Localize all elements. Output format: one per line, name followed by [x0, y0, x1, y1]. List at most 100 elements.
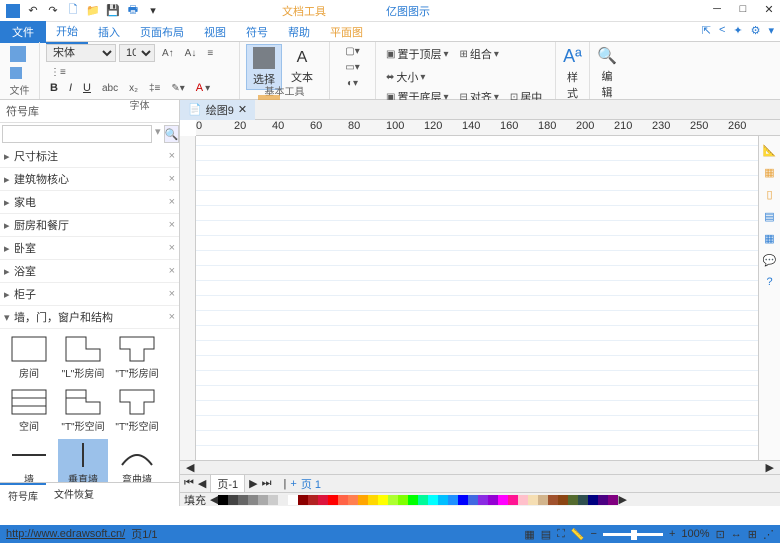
style-button[interactable]: Aª样式 — [562, 44, 583, 103]
layers-icon[interactable]: ▦ — [762, 164, 778, 180]
open-icon[interactable]: 📁 — [84, 2, 102, 20]
size-button[interactable]: ⬌ 大小▾ — [382, 67, 429, 87]
app-icon[interactable] — [4, 2, 22, 20]
close-category-icon[interactable]: × — [169, 311, 175, 323]
color-swatch[interactable] — [478, 495, 488, 505]
tab-start[interactable]: 开始 — [46, 20, 88, 44]
minimize-icon[interactable]: ─ — [710, 2, 724, 16]
close-category-icon[interactable]: × — [169, 265, 175, 277]
color-swatch[interactable] — [428, 495, 438, 505]
shape-item[interactable]: "L"形房间 — [58, 333, 108, 382]
fit-page-icon[interactable]: ⊡ — [716, 528, 725, 541]
color-swatch[interactable] — [438, 495, 448, 505]
color-swatch[interactable] — [448, 495, 458, 505]
color-swatch[interactable] — [378, 495, 388, 505]
color-swatch[interactable] — [348, 495, 358, 505]
underline-icon[interactable]: U — [79, 80, 95, 96]
shape-item[interactable]: 墙 — [4, 439, 54, 482]
font-name-select[interactable]: 宋体 — [46, 44, 116, 62]
tab-page[interactable]: 页面布局 — [130, 21, 194, 43]
font-color-icon[interactable]: A▾ — [192, 80, 214, 96]
decrease-font-icon[interactable]: A↓ — [181, 46, 201, 61]
paste-button[interactable] — [6, 44, 30, 64]
search-icon[interactable]: 🔍 — [164, 125, 180, 143]
text-tool[interactable]: A文本 — [285, 47, 319, 87]
shape-item[interactable]: 房间 — [4, 333, 54, 382]
group-button[interactable]: ⊞ 组合▾ — [455, 44, 502, 64]
symbol-category[interactable]: ▾墙，门，窗户和结构× — [0, 306, 179, 329]
color-swatch[interactable] — [278, 495, 288, 505]
shape-item[interactable]: "T"形空间 — [112, 386, 162, 435]
symbol-category[interactable]: ▸家电× — [0, 191, 179, 214]
bring-front-button[interactable]: ▣ 置于顶层▾ — [382, 44, 452, 64]
maximize-icon[interactable]: □ — [736, 2, 750, 16]
page-label[interactable]: 页 1 — [301, 476, 321, 492]
symbol-category[interactable]: ▸浴室× — [0, 260, 179, 283]
color-swatch[interactable] — [408, 495, 418, 505]
close-category-icon[interactable]: × — [169, 196, 175, 208]
color-swatch[interactable] — [368, 495, 378, 505]
color-swatch[interactable] — [488, 495, 498, 505]
zoom-out-icon[interactable]: − — [591, 528, 597, 540]
close-category-icon[interactable]: × — [169, 242, 175, 254]
increase-font-icon[interactable]: A↑ — [158, 46, 178, 61]
symbol-category[interactable]: ▸柜子× — [0, 283, 179, 306]
color-swatch[interactable] — [528, 495, 538, 505]
prev-colors-icon[interactable]: ◀ — [210, 493, 218, 506]
highlight-icon[interactable]: ✎▾ — [167, 81, 188, 96]
close-tab-icon[interactable]: ✕ — [238, 103, 247, 116]
tab-symbol[interactable]: 符号 — [236, 21, 278, 43]
page-icon[interactable]: ▯ — [762, 186, 778, 202]
shadow-icon[interactable]: ◐▾ — [343, 76, 362, 91]
color-swatch[interactable] — [338, 495, 348, 505]
undo-icon[interactable]: ↶ — [24, 2, 42, 20]
help-icon[interactable]: ? — [762, 274, 778, 290]
link-icon[interactable]: ✦ — [733, 24, 742, 37]
color-swatch[interactable] — [228, 495, 238, 505]
line-color-icon[interactable]: ▭▾ — [341, 60, 363, 75]
color-swatch[interactable] — [598, 495, 608, 505]
color-swatch[interactable] — [458, 495, 468, 505]
strike-icon[interactable]: abc — [98, 81, 122, 96]
collapse-ribbon-icon[interactable]: ▾ — [768, 24, 774, 37]
color-swatch[interactable] — [218, 495, 228, 505]
bullets-icon[interactable]: ⋮≡ — [46, 65, 70, 80]
view-outline-icon[interactable]: ▤ — [541, 528, 551, 541]
color-swatch[interactable] — [518, 495, 528, 505]
color-swatch[interactable] — [588, 495, 598, 505]
comment-icon[interactable]: 💬 — [762, 252, 778, 268]
close-category-icon[interactable]: × — [169, 288, 175, 300]
next-colors-icon[interactable]: ▶ — [618, 493, 626, 506]
close-category-icon[interactable]: × — [169, 150, 175, 162]
ruler-icon[interactable]: 📐 — [762, 142, 778, 158]
settings-icon[interactable]: ⚙ — [751, 24, 761, 37]
last-page-icon[interactable]: ⏭ — [262, 477, 272, 490]
color-swatch[interactable] — [578, 495, 588, 505]
shape-item[interactable]: 空间 — [4, 386, 54, 435]
symbol-category[interactable]: ▸卧室× — [0, 237, 179, 260]
outline-icon[interactable]: ▦ — [762, 230, 778, 246]
color-swatch[interactable] — [558, 495, 568, 505]
file-tab-active[interactable]: 📄 绘图9 ✕ — [180, 100, 255, 120]
view-normal-icon[interactable]: ▦ — [524, 528, 534, 541]
add-page-icon[interactable]: + — [290, 478, 296, 490]
color-swatch[interactable] — [268, 495, 278, 505]
color-swatch[interactable] — [238, 495, 248, 505]
fit-width-icon[interactable]: ↔ — [731, 528, 742, 540]
export-icon[interactable]: ⇱ — [702, 24, 711, 37]
zoom-level[interactable]: 100% — [681, 528, 709, 540]
symbol-tab-library[interactable]: 符号库 — [0, 483, 46, 506]
view-full-icon[interactable]: ⛶ — [557, 528, 565, 541]
color-swatch[interactable] — [248, 495, 258, 505]
tab-file[interactable]: 文件 — [0, 21, 46, 43]
color-swatch[interactable] — [358, 495, 368, 505]
first-page-icon[interactable]: ⏮ — [184, 477, 194, 490]
font-size-select[interactable]: 10 — [119, 44, 155, 62]
fit-actual-icon[interactable]: ⊞ — [748, 528, 757, 541]
color-swatch[interactable] — [468, 495, 478, 505]
next-page-icon[interactable]: ▶ — [249, 477, 257, 490]
ruler-toggle-icon[interactable]: 📏 — [571, 528, 585, 541]
shape-item[interactable]: 垂直墙 — [58, 439, 108, 482]
shape-item[interactable]: "T"形空间 — [58, 386, 108, 435]
color-swatch[interactable] — [398, 495, 408, 505]
